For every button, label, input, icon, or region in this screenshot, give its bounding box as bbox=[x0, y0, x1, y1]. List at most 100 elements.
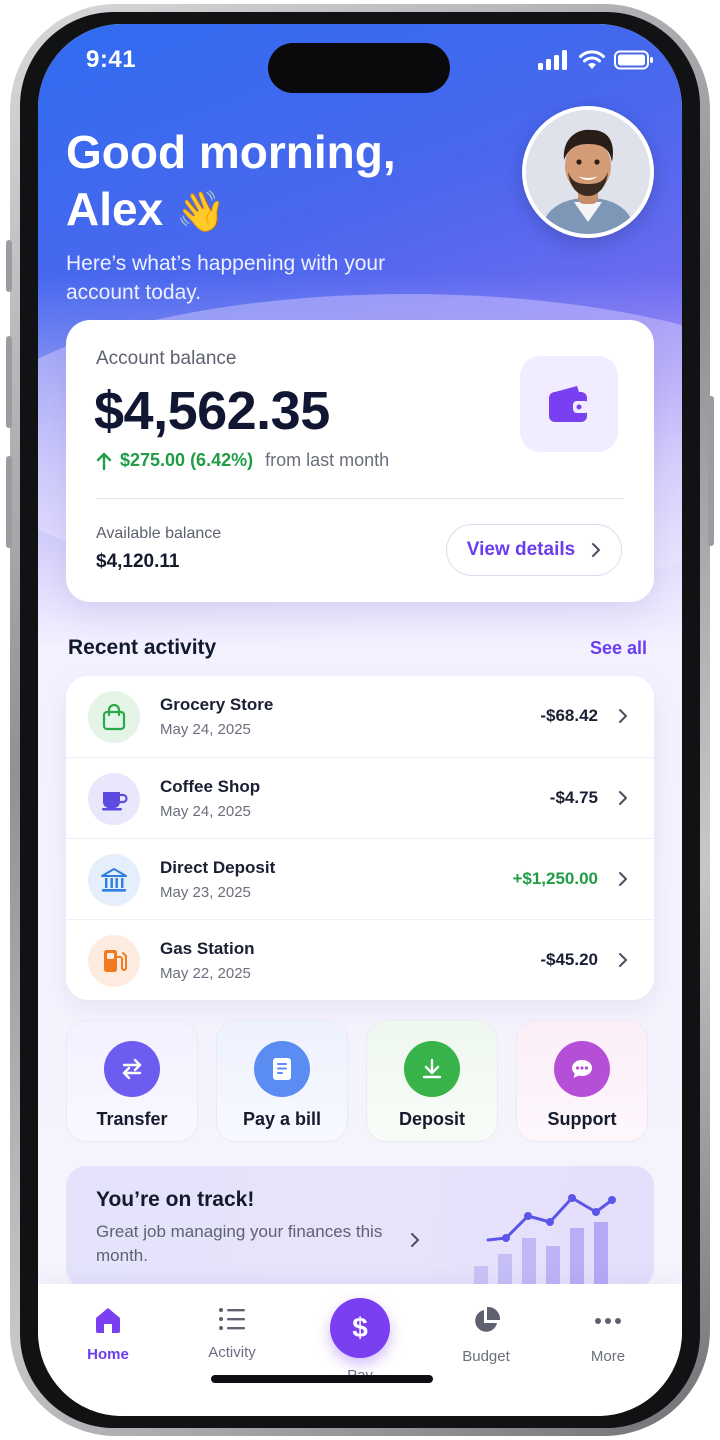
coffee-cup-icon bbox=[102, 792, 128, 811]
bank-icon bbox=[101, 868, 127, 892]
chat-bubble-icon bbox=[572, 1060, 592, 1078]
chevron-right-icon bbox=[619, 872, 627, 886]
transfer-button[interactable]: Transfer bbox=[66, 1020, 198, 1142]
nav-more-label: More bbox=[590, 1348, 626, 1365]
power-button bbox=[708, 396, 714, 546]
cellular-signal-icon bbox=[538, 50, 567, 70]
mute-switch bbox=[6, 240, 12, 292]
nav-budget-label: Budget bbox=[462, 1348, 510, 1365]
greeting-line-2: Alex 👋 bbox=[66, 181, 486, 241]
nav-budget[interactable]: Budget bbox=[436, 1306, 536, 1365]
balance-label: Account balance bbox=[96, 348, 237, 369]
activity-amount: -$45.20 bbox=[540, 950, 598, 969]
activity-date: May 24, 2025 bbox=[160, 721, 251, 738]
list-item[interactable]: Gas Station May 22, 2025 -$45.20 bbox=[66, 919, 654, 1000]
dynamic-island bbox=[268, 43, 450, 93]
chevron-right-icon bbox=[619, 791, 627, 805]
greeting-title: Good morning, Alex 👋 bbox=[66, 124, 486, 241]
list-item[interactable]: Grocery Store May 24, 2025 -$68.42 bbox=[66, 676, 654, 757]
balance-divider bbox=[96, 498, 624, 499]
quick-action-circle bbox=[254, 1041, 310, 1097]
activity-date: May 23, 2025 bbox=[160, 884, 251, 901]
on-track-card[interactable]: You’re on track! Great job managing your… bbox=[66, 1166, 654, 1288]
activity-icon-circle bbox=[88, 773, 140, 825]
on-track-title: You’re on track! bbox=[96, 1188, 255, 1211]
wallet-icon bbox=[549, 386, 589, 422]
dollar-icon: $ bbox=[352, 1312, 368, 1343]
activity-name: Gas Station bbox=[160, 939, 255, 958]
view-details-button[interactable]: View details bbox=[446, 524, 622, 576]
avatar[interactable] bbox=[522, 106, 654, 238]
fuel-pump-icon bbox=[104, 950, 127, 972]
activity-icon-circle bbox=[88, 854, 140, 906]
balance-change-note: from last month bbox=[265, 450, 390, 470]
bill-icon bbox=[273, 1058, 291, 1080]
nav-more[interactable]: More bbox=[558, 1306, 658, 1365]
see-all-link[interactable]: See all bbox=[590, 638, 647, 659]
nav-home-label: Home bbox=[87, 1346, 129, 1363]
home-indicator bbox=[211, 1375, 433, 1383]
shopping-bag-icon bbox=[102, 703, 126, 731]
recent-activity-title: Recent activity bbox=[68, 636, 217, 659]
volume-down-button bbox=[6, 456, 12, 548]
pay-button[interactable]: $ bbox=[330, 1298, 390, 1358]
status-icons bbox=[538, 50, 654, 70]
quick-action-label: Deposit bbox=[398, 1109, 465, 1129]
activity-name: Direct Deposit bbox=[160, 858, 276, 877]
pay-bill-button[interactable]: Pay a bill bbox=[216, 1020, 348, 1142]
volume-up-button bbox=[6, 336, 12, 428]
view-details-label: View details bbox=[466, 539, 576, 560]
activity-date: May 24, 2025 bbox=[160, 803, 251, 820]
activity-icon-circle bbox=[88, 935, 140, 987]
greeting-line-1: Good morning, bbox=[66, 126, 396, 178]
chevron-right-icon bbox=[411, 1233, 419, 1247]
nav-home[interactable]: Home bbox=[58, 1306, 158, 1363]
list-icon bbox=[219, 1308, 245, 1330]
balance-change: $275.00 (6.42%) from last month bbox=[96, 450, 389, 471]
list-item[interactable]: Coffee Shop May 24, 2025 -$4.75 bbox=[66, 757, 654, 838]
quick-action-circle bbox=[554, 1041, 610, 1097]
nav-activity[interactable]: Activity bbox=[182, 1306, 282, 1361]
transfer-arrows-icon bbox=[122, 1058, 142, 1080]
activity-name: Grocery Store bbox=[160, 695, 274, 714]
quick-action-label: Transfer bbox=[96, 1109, 168, 1129]
chevron-right-icon bbox=[592, 543, 601, 557]
avatar-portrait bbox=[526, 110, 650, 234]
status-bar: 9:41 bbox=[38, 24, 682, 94]
recent-activity-list: Grocery Store May 24, 2025 -$68.42 Coffe… bbox=[66, 676, 654, 1000]
support-button[interactable]: Support bbox=[516, 1020, 648, 1142]
growth-chart-illustration bbox=[474, 1194, 616, 1286]
status-time: 9:41 bbox=[86, 46, 137, 73]
quick-action-circle bbox=[104, 1041, 160, 1097]
activity-name: Coffee Shop bbox=[160, 777, 261, 796]
activity-amount: +$1,250.00 bbox=[512, 869, 598, 888]
greeting-subtitle: Here’s what’s happening with your accoun… bbox=[66, 252, 386, 304]
chevron-right-icon bbox=[619, 953, 627, 967]
deposit-button[interactable]: Deposit bbox=[366, 1020, 498, 1142]
arrow-up-icon bbox=[96, 452, 112, 470]
activity-amount: -$4.75 bbox=[549, 788, 598, 807]
waving-hand-emoji: 👋 bbox=[175, 190, 226, 234]
activity-date: May 22, 2025 bbox=[160, 965, 251, 982]
download-icon bbox=[422, 1058, 442, 1079]
nav-activity-label: Activity bbox=[208, 1344, 256, 1361]
quick-action-label: Pay a bill bbox=[242, 1109, 322, 1129]
available-balance-label: Available balance bbox=[96, 525, 222, 542]
activity-icon-circle bbox=[88, 691, 140, 743]
greeting: Good morning, Alex 👋 Here’s what’s happe… bbox=[66, 124, 486, 307]
home-icon bbox=[96, 1308, 120, 1333]
app-screen: 9:41 Good morning, Alex 👋 Here’s what’s … bbox=[38, 24, 682, 1416]
balance-card: Account balance $4,562.35 $275.00 (6.42%… bbox=[66, 320, 654, 602]
balance-change-amount: $275.00 (6.42%) bbox=[120, 450, 254, 470]
more-dots-icon bbox=[595, 1318, 621, 1324]
activity-amount: -$68.42 bbox=[540, 706, 598, 725]
wallet-tile bbox=[520, 356, 618, 452]
wifi-icon bbox=[579, 50, 605, 69]
chevron-right-icon bbox=[619, 709, 627, 723]
list-item[interactable]: Direct Deposit May 23, 2025 +$1,250.00 bbox=[66, 838, 654, 919]
user-name: Alex bbox=[66, 183, 164, 235]
quick-action-label: Support bbox=[547, 1109, 617, 1129]
bottom-nav: Home Activity $ Pay Budget bbox=[38, 1284, 682, 1416]
pie-chart-icon bbox=[475, 1306, 501, 1332]
quick-action-circle bbox=[404, 1041, 460, 1097]
